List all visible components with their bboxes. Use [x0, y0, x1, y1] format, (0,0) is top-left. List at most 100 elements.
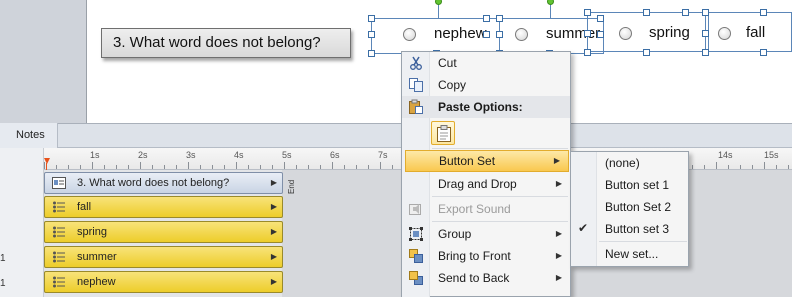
resize-handle[interactable] [643, 9, 650, 16]
paste-icon [409, 99, 423, 114]
ruler-label: 3s [186, 150, 196, 160]
menu-item-label: Cut [438, 56, 457, 70]
layer-number: 1 [0, 278, 6, 289]
ruler-tick [368, 165, 369, 169]
answer-label-spring[interactable]: spring [649, 24, 690, 41]
answer-radio-spring[interactable] [619, 27, 632, 40]
clipboard-icon [437, 125, 451, 142]
resize-handle[interactable] [702, 9, 709, 16]
timeline-row-label: summer [77, 251, 117, 263]
ruler-tick [212, 165, 213, 169]
timeline-row-fall[interactable]: fall ▶ [44, 196, 283, 218]
answer-selection-frame-spring[interactable] [587, 12, 709, 52]
resize-handle[interactable] [368, 50, 375, 57]
submenu-arrow-icon: ▶ [555, 179, 562, 188]
submenu-arrow-icon: ▶ [555, 229, 562, 238]
submenu-item-label: Button Set 2 [605, 200, 672, 214]
resize-handle[interactable] [702, 30, 709, 37]
submenu-arrow-icon: ▶ [553, 156, 560, 165]
menu-item-cut[interactable]: Cut [402, 52, 570, 74]
answer-label-nephew[interactable]: nephew [434, 25, 487, 42]
menu-item-group[interactable]: Group ▶ [402, 223, 570, 245]
resize-handle[interactable] [368, 15, 375, 22]
menu-item-button-set[interactable]: Button Set ▶ [405, 150, 569, 172]
menu-item-label: Group [438, 227, 472, 241]
ruler-tick [728, 165, 729, 169]
ruler-tick [200, 165, 201, 169]
answer-label-summer[interactable]: summer [546, 25, 600, 42]
timeline-row-question[interactable]: 3. What word does not belong? ▶ [44, 172, 283, 194]
resize-handle[interactable] [584, 30, 591, 37]
ruler-tick [56, 165, 57, 169]
timeline-header-bar [0, 123, 792, 148]
menu-separator [432, 221, 568, 222]
group-icon [409, 227, 423, 241]
menu-item-label: Button Set [439, 154, 496, 168]
ruler-label: 7s [378, 150, 388, 160]
resize-handle[interactable] [643, 49, 650, 56]
resize-handle[interactable] [584, 49, 591, 56]
timeline-row-summer[interactable]: summer ▶ [44, 246, 283, 268]
ruler-tick [776, 165, 777, 169]
menu-item-bring-to-front[interactable]: Bring to Front ▶ [402, 245, 570, 267]
resize-handle[interactable] [584, 9, 591, 16]
answer-radio-summer[interactable] [515, 28, 528, 41]
menu-item-drag-and-drop[interactable]: Drag and Drop ▶ [402, 173, 570, 195]
resize-handle[interactable] [597, 15, 604, 22]
resize-handle[interactable] [496, 15, 503, 22]
submenu-item-button-set-3[interactable]: Button set 3 [571, 218, 688, 240]
resize-handle[interactable] [682, 9, 689, 16]
resize-handle[interactable] [483, 15, 490, 22]
ruler-tick [164, 165, 165, 169]
ruler-label: 1s [90, 150, 100, 160]
timeline-row-nephew[interactable]: nephew ▶ [44, 271, 283, 293]
menu-item-label: Paste Options: [438, 100, 523, 114]
submenu-item-button-set-1[interactable]: Button set 1 [571, 174, 688, 196]
chevron-right-icon: ▶ [270, 277, 277, 286]
submenu-item-button-set-2[interactable]: Button Set 2 [571, 196, 688, 218]
ruler-label: 2s [138, 150, 148, 160]
send-to-back-icon [409, 271, 423, 285]
answer-radio-fall[interactable] [718, 27, 731, 40]
question-caption[interactable]: 3. What word does not belong? [101, 28, 351, 58]
chevron-right-icon: ▶ [270, 202, 277, 211]
resize-handle[interactable] [702, 49, 709, 56]
resize-handle[interactable] [760, 9, 767, 16]
ruler-tick [140, 162, 141, 169]
end-marker[interactable]: End [287, 170, 297, 194]
button-list-icon [53, 276, 65, 288]
ruler-label: 15s [764, 150, 779, 160]
resize-handle[interactable] [597, 31, 604, 38]
timeline-row-label: spring [77, 226, 107, 238]
menu-item-send-to-back[interactable]: Send to Back ▶ [402, 267, 570, 289]
ruler-label: 4s [234, 150, 244, 160]
tab-notes[interactable]: Notes [0, 123, 58, 148]
submenu-item-new-set[interactable]: New set... [571, 243, 688, 265]
ruler-tick [296, 165, 297, 169]
paste-keep-formatting-button[interactable] [431, 121, 455, 145]
ruler-tick [284, 162, 285, 169]
ruler-tick [344, 165, 345, 169]
timeline-row-spring[interactable]: spring ▶ [44, 221, 283, 243]
timeline-layer-column [0, 148, 44, 297]
resize-handle[interactable] [368, 31, 375, 38]
submenu-arrow-icon: ▶ [555, 273, 562, 282]
ruler-tick [788, 165, 789, 169]
submenu-item-label: Button set 3 [605, 222, 670, 236]
menu-item-export-sound[interactable]: Export Sound [402, 198, 570, 220]
rotation-stem [438, 4, 439, 18]
button-list-icon [53, 251, 65, 263]
answer-label-fall[interactable]: fall [746, 24, 765, 41]
menu-separator [432, 196, 568, 197]
answer-radio-nephew[interactable] [403, 28, 416, 41]
resize-handle[interactable] [496, 31, 503, 38]
chevron-right-icon: ▶ [270, 227, 277, 236]
scissors-icon [410, 56, 422, 70]
menu-item-copy[interactable]: Copy [402, 74, 570, 96]
ruler-tick [392, 165, 393, 169]
resize-handle[interactable] [760, 49, 767, 56]
ruler-tick [704, 165, 705, 169]
submenu-item-none[interactable]: (none) [571, 152, 688, 174]
playhead-marker[interactable] [44, 158, 50, 164]
resize-handle[interactable] [483, 31, 490, 38]
